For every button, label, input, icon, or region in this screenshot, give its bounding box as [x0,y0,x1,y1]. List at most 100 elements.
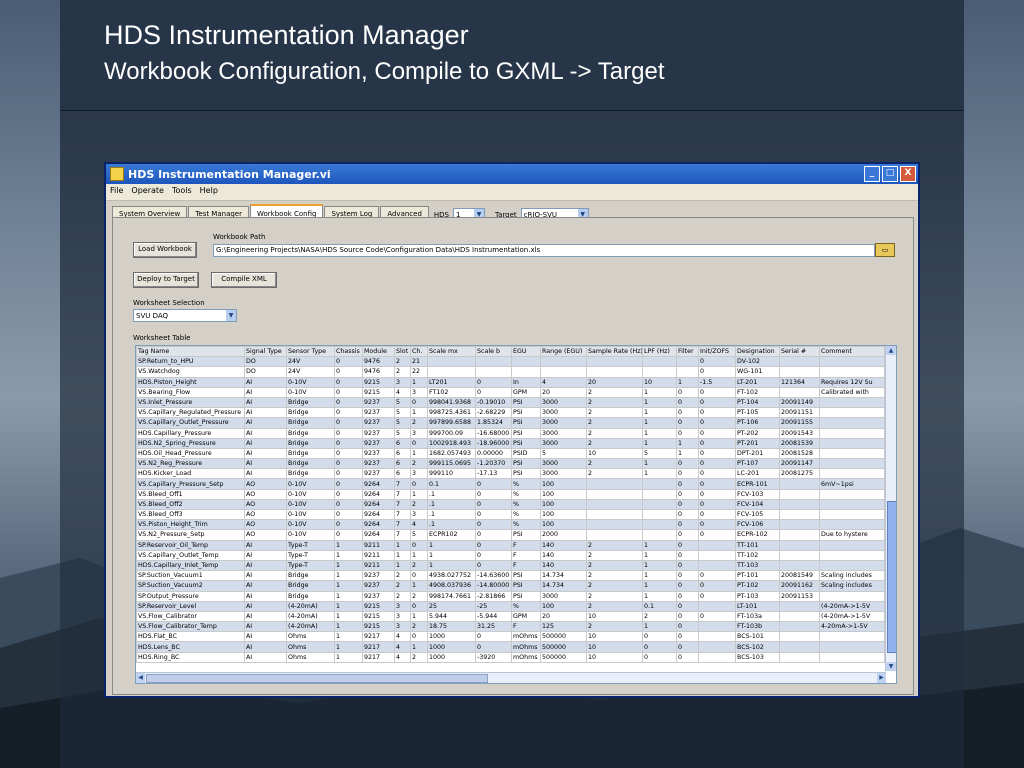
table-cell[interactable]: 1 [334,600,363,612]
table-cell[interactable]: AI [244,600,287,612]
table-cell[interactable]: -14.80000 [475,580,512,592]
table-cell[interactable]: .1 [427,488,476,500]
table-cell[interactable]: 4 [394,641,411,653]
table-cell[interactable]: TT-101 [735,539,780,551]
table-cell[interactable]: 5.944 [427,610,476,623]
table-cell[interactable]: 9237 [362,570,395,582]
table-cell[interactable]: AI [244,631,287,643]
table-cell[interactable]: 0 [676,427,699,439]
table-row[interactable]: VS.N2_Reg_Pressure AI Bridge 0 9237 6 2 999115.… [136,458,885,470]
table-cell[interactable] [511,356,541,368]
column-header[interactable]: LPF (Hz) [642,346,677,358]
table-cell[interactable]: Bridge [286,427,335,439]
table-cell[interactable]: FCV-106 [735,519,780,531]
table-cell[interactable]: F [511,621,541,633]
table-cell[interactable] [698,549,736,561]
table-cell[interactable]: 1 [334,580,363,592]
table-row[interactable]: HDS.Lens_BC AI Ohms 1 9217 4 1 1000 0 mOhms 500000… [136,641,885,653]
table-cell[interactable] [819,641,885,653]
table-cell[interactable]: 0 [475,549,512,561]
table-cell[interactable]: 0 [475,376,512,388]
table-cell[interactable]: 0 [676,570,699,582]
table-cell[interactable]: HDS.N2_Spring_Pressure [136,437,245,449]
table-cell[interactable]: VS.Capillary_Regulated_Pressure [136,407,245,419]
table-cell[interactable]: 4 [394,651,411,663]
table-cell[interactable] [819,651,885,663]
table-cell[interactable]: 7 [394,478,411,490]
table-cell[interactable]: .1 [427,519,476,531]
worksheet-table[interactable]: Tag Name Signal Type Sensor Type Chassis Mod… [135,345,897,684]
table-cell[interactable]: -16.68000 [475,427,512,439]
table-cell[interactable]: 0 [676,610,699,623]
table-cell[interactable]: 0 [698,519,736,531]
column-header[interactable]: Scale mx [427,346,476,358]
table-row[interactable]: HDS.Capillary_Pressure AI Bridge 0 9237 5 3 999… [136,427,885,439]
table-cell[interactable]: AI [244,458,287,470]
table-cell[interactable]: 0 [334,396,363,409]
table-cell[interactable]: 100 [540,519,587,531]
table-cell[interactable]: FCV-105 [735,508,780,521]
table-row[interactable]: VS.Capillary_Outlet_Temp AI Type-T 1 9211 1 1 1… [136,549,885,561]
table-cell[interactable]: F [511,559,541,572]
table-cell[interactable]: 31.25 [475,621,512,633]
table-cell[interactable]: 9211 [362,539,395,551]
table-cell[interactable]: AO [244,508,287,521]
column-header[interactable]: Module [362,346,395,358]
table-cell[interactable]: 0 [676,549,699,561]
table-cell[interactable]: 0.1 [642,600,677,612]
table-cell[interactable]: 2 [586,396,643,409]
table-cell[interactable]: 6 [394,437,411,449]
table-cell[interactable]: Type-T [286,559,335,572]
table-cell[interactable]: 1002918.493 [427,437,476,449]
table-cell[interactable]: .1 [427,498,476,511]
table-cell[interactable] [819,366,885,378]
table-cell[interactable]: FCV-104 [735,498,780,511]
table-cell[interactable]: 0 [410,631,428,643]
table-cell[interactable]: 9476 [362,366,395,378]
table-cell[interactable] [779,386,820,398]
table-cell[interactable]: FT-102 [735,386,780,398]
column-header[interactable]: Signal Type [244,346,287,358]
table-cell[interactable] [779,498,820,511]
minimize-button[interactable]: _ [864,166,880,182]
table-cell[interactable]: PT-101 [735,570,780,582]
table-cell[interactable]: 140 [540,539,587,551]
table-cell[interactable]: 9237 [362,458,395,470]
table-cell[interactable]: 0 [334,376,363,388]
table-cell[interactable] [779,478,820,490]
table-cell[interactable] [779,519,820,531]
table-row[interactable]: SP.Reservoir_Oil_Temp AI Type-T 1 9211 1 0 1 0 F 1… [136,539,885,551]
table-cell[interactable]: 0 [334,519,363,531]
table-cell[interactable] [642,519,677,531]
table-cell[interactable]: PSI [511,458,541,470]
table-cell[interactable]: 0 [676,478,699,490]
table-cell[interactable] [819,559,885,572]
table-cell[interactable]: 18.75 [427,621,476,633]
column-header[interactable]: EGU [511,346,541,358]
table-cell[interactable]: -17.13 [475,468,512,480]
table-cell[interactable]: 0 [334,386,363,398]
table-cell[interactable]: 9237 [362,580,395,592]
table-cell[interactable]: 3000 [540,437,587,449]
table-cell[interactable] [676,356,699,368]
column-header[interactable]: Sample Rate (Hz) [586,346,643,358]
table-cell[interactable]: 0 [334,447,363,460]
table-cell[interactable]: 0 [475,508,512,521]
workbook-path-field[interactable]: G:\Engineering Projects\NASA\HDS Source … [213,244,875,257]
table-cell[interactable]: 9211 [362,559,395,572]
table-cell[interactable]: 20091153 [779,590,820,602]
table-cell[interactable]: 0-10V [286,508,335,521]
table-cell[interactable]: 0 [676,539,699,551]
table-cell[interactable]: 0 [676,559,699,572]
table-cell[interactable] [698,559,736,572]
table-cell[interactable]: 7 [394,488,411,500]
table-cell[interactable]: VS.Bleed_Off2 [136,498,245,511]
table-cell[interactable]: -1.5 [698,376,736,388]
table-cell[interactable]: 5 [394,417,411,429]
table-cell[interactable] [779,641,820,653]
table-cell[interactable]: 0 [698,570,736,582]
table-cell[interactable]: 121364 [779,376,820,388]
table-cell[interactable]: 1 [642,437,677,449]
table-cell[interactable]: 1 [642,407,677,419]
table-cell[interactable]: 500000 [540,631,587,643]
